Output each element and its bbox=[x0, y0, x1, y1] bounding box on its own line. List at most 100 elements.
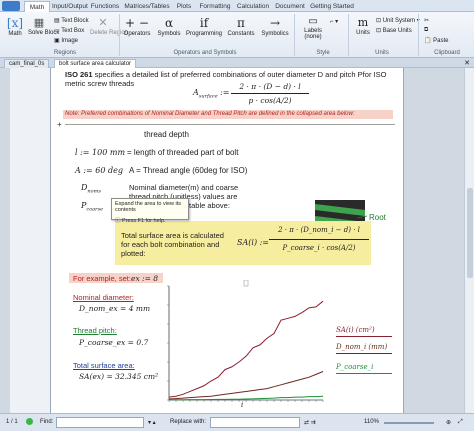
vertical-scrollbar[interactable] bbox=[464, 68, 474, 413]
group-separator bbox=[119, 14, 120, 56]
calc-status-icon bbox=[26, 418, 33, 425]
plot-lines bbox=[168, 300, 324, 401]
series-line-2 bbox=[168, 395, 324, 401]
replace-buttons[interactable]: ⇄ ⇉ bbox=[304, 419, 316, 426]
thread-pitch-label: Thread pitch: bbox=[73, 326, 117, 335]
replace-label: Replace with: bbox=[170, 419, 207, 425]
group-label-clipboard: Clipboard bbox=[434, 50, 460, 56]
image-button[interactable]: ▣ Image bbox=[54, 37, 78, 44]
x-axis-label: i bbox=[241, 401, 244, 409]
delete-region-icon: ✕ bbox=[98, 16, 108, 29]
P-coarse-symbol: Pcoarse bbox=[81, 201, 104, 213]
operators-icon: + − bbox=[125, 16, 149, 30]
D-nom-symbol: Dnoms bbox=[81, 183, 101, 195]
worksheet-page[interactable]: ISO 261 specifies a detailed list of pre… bbox=[50, 68, 404, 413]
solve-block-icon: ▦ bbox=[33, 16, 45, 29]
operators-button[interactable]: + − Operators bbox=[122, 16, 152, 37]
ribbon: [x] Math ▦ Solve Block ▤ Text Block ▭ Te… bbox=[0, 12, 474, 58]
tab-input-output[interactable]: Input/Output bbox=[52, 1, 88, 12]
group-label-style: Style bbox=[316, 50, 330, 56]
fullscreen-icon[interactable]: ⤢ bbox=[458, 419, 463, 426]
tooltip: Expand the area to view its contents ⓘ P… bbox=[111, 198, 189, 224]
text-block-button[interactable]: ▤ Text Block bbox=[54, 17, 89, 24]
text-box-button[interactable]: ▭ Text Box bbox=[54, 27, 84, 34]
series-line-1 bbox=[168, 371, 324, 400]
scrollbar-thumb[interactable] bbox=[467, 188, 473, 278]
symbolics-button[interactable]: → Symbolics bbox=[259, 16, 291, 37]
worksheet-area: ISO 261 specifies a detailed list of pre… bbox=[0, 68, 474, 413]
sa-formula-lhs[interactable]: SA(i) := bbox=[237, 238, 269, 247]
math-region-icon: [x] bbox=[6, 16, 24, 30]
legend-p-line bbox=[336, 373, 392, 374]
fraction-bar bbox=[269, 239, 369, 240]
app-menu-button[interactable] bbox=[2, 1, 20, 11]
note-text: Note: Preferred combinations of Nominal … bbox=[65, 111, 355, 117]
paste-button[interactable]: 📋 Paste bbox=[424, 37, 448, 44]
tab-matrices-tables[interactable]: Matrices/Tables bbox=[124, 1, 170, 12]
tab-math[interactable]: Math bbox=[24, 1, 50, 12]
A-definition[interactable]: A := 60 deg bbox=[75, 166, 123, 175]
solve-block-button[interactable]: ▦ Solve Block bbox=[28, 16, 59, 36]
doc-tab-cam[interactable]: cam_final_0s bbox=[4, 59, 50, 68]
unit-system-dropdown[interactable]: ⊡ Unit System ▾ bbox=[376, 17, 420, 24]
root-label: Root bbox=[369, 213, 386, 222]
base-units-button[interactable]: ⊡ Base Units bbox=[376, 27, 412, 34]
zoom-level: 110% bbox=[364, 419, 379, 425]
replace-input[interactable] bbox=[210, 417, 300, 428]
units-button[interactable]: m Units bbox=[352, 16, 374, 36]
labels-dropdown[interactable]: ▭ Labels (none) bbox=[298, 16, 328, 40]
zoom-slider[interactable] bbox=[384, 422, 434, 424]
tab-getting-started[interactable]: Getting Started bbox=[310, 1, 354, 12]
copy-button[interactable]: ⧉ bbox=[424, 27, 428, 34]
plot-axes bbox=[168, 280, 323, 401]
plot-ticks bbox=[167, 285, 324, 402]
area-formula-denominator: p · cos(A/2) bbox=[248, 96, 292, 105]
cut-button[interactable]: ✂ bbox=[424, 17, 429, 24]
tab-functions[interactable]: Functions bbox=[90, 1, 120, 12]
close-doc-icon[interactable]: ✕ bbox=[464, 59, 470, 67]
nominal-diameter-label: Nominal diameter: bbox=[73, 293, 134, 302]
delete-region-button[interactable]: ✕ Delete Region bbox=[90, 16, 128, 36]
tooltip-line-1: Expand the area to view its contents bbox=[115, 201, 182, 213]
programming-button[interactable]: if Programming bbox=[186, 16, 222, 37]
example-value[interactable]: ex := 8 bbox=[131, 274, 158, 283]
tab-formatting[interactable]: Formatting bbox=[198, 1, 232, 12]
tooltip-line-2: ⓘ Press F1 for help. bbox=[115, 218, 166, 224]
labels-icon: ▭ bbox=[308, 16, 318, 27]
group-separator bbox=[348, 14, 349, 56]
group-label-operators: Operators and Symbols bbox=[173, 50, 237, 56]
tab-plots[interactable]: Plots bbox=[174, 1, 194, 12]
group-separator bbox=[294, 14, 295, 56]
intro-text: ISO 261 specifies a detailed list of pre… bbox=[65, 70, 387, 88]
sa-formula-denominator: P_coarse_i · cos(A/2) bbox=[282, 244, 356, 252]
zoom-in-icon[interactable]: ⊕ bbox=[446, 419, 451, 426]
calc-description: Total surface area is calculated for eac… bbox=[121, 231, 224, 258]
nominal-diameter-value: D_nom_ex = 4 mm bbox=[79, 304, 151, 313]
plot-cursor-marker bbox=[243, 280, 249, 287]
collapsed-area-toggle[interactable]: + bbox=[57, 120, 62, 129]
format-buttons[interactable]: ⌐ ▾ bbox=[330, 18, 338, 25]
thread-depth-text: thread depth bbox=[144, 130, 189, 139]
tab-calculation[interactable]: Calculation bbox=[236, 1, 270, 12]
units-icon: m bbox=[357, 16, 369, 29]
thread-pitch-value: P_coarse_ex = 0.7 bbox=[79, 338, 149, 347]
total-area-value: SA(ex) = 32.345 cm² bbox=[79, 372, 159, 381]
group-separator bbox=[418, 14, 419, 56]
symbols-button[interactable]: α Symbols bbox=[155, 16, 183, 37]
app-window: Math Input/Output Functions Matrices/Tab… bbox=[0, 0, 474, 431]
l-definition[interactable]: l := 100 mm bbox=[75, 148, 125, 157]
tab-document[interactable]: Document bbox=[274, 1, 306, 12]
doc-tab-bolt-calculator[interactable]: bolt surface area calculator bbox=[54, 59, 137, 68]
surface-area-plot[interactable] bbox=[161, 280, 331, 410]
find-input[interactable] bbox=[56, 417, 144, 428]
legend-sa: SA(i) (cm²) bbox=[336, 326, 375, 334]
find-label: Find: bbox=[40, 419, 54, 425]
total-area-label: Total surface area: bbox=[73, 361, 135, 370]
status-bar: 1 / 1 Find: ▾ ▴ Replace with: ⇄ ⇉ 110% ⊕… bbox=[0, 413, 474, 431]
series-line-0 bbox=[168, 300, 324, 398]
ribbon-tabbar: Math Input/Output Functions Matrices/Tab… bbox=[0, 0, 474, 12]
find-next-icon[interactable]: ▾ ▴ bbox=[148, 419, 156, 426]
constants-button[interactable]: π Constants bbox=[225, 16, 257, 37]
math-button[interactable]: [x] Math bbox=[4, 16, 26, 37]
legend-sa-line bbox=[336, 336, 392, 337]
